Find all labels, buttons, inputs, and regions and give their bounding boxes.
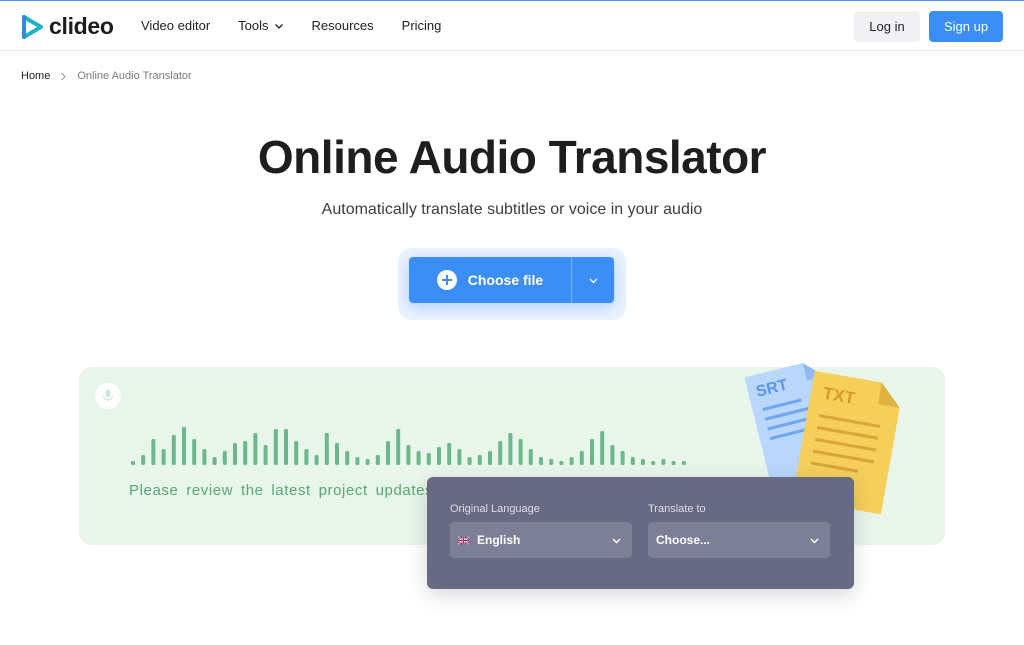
waveform-bar — [498, 441, 503, 465]
nav-pricing[interactable]: Pricing — [402, 18, 442, 33]
transcript-text: Please review the latest project updates — [129, 482, 433, 499]
breadcrumb: Home Online Audio Translator — [21, 70, 192, 82]
waveform-bar — [600, 431, 605, 465]
waveform-bar — [437, 447, 441, 465]
logo-text: clideo — [49, 13, 114, 39]
waveform-bar — [569, 457, 574, 465]
original-language-label: Original Language — [450, 503, 540, 515]
page-title: Online Audio Translator — [257, 131, 767, 183]
waveform-bar — [528, 449, 533, 465]
choose-file-button[interactable]: Choose file — [409, 257, 614, 303]
waveform-bar — [630, 457, 635, 465]
waveform-bar — [202, 449, 207, 465]
waveform-bar — [579, 451, 584, 465]
waveform-bar — [508, 433, 513, 465]
signup-button[interactable]: Sign up — [929, 11, 1003, 42]
waveform-bar — [396, 429, 401, 465]
waveform-bar — [273, 429, 278, 465]
translate-to-select[interactable]: Choose... — [648, 522, 830, 558]
chevron-down-icon — [612, 538, 621, 543]
waveform-bar — [651, 461, 656, 465]
nav-video-editor[interactable]: Video editor — [141, 18, 210, 33]
chevron-right-icon — [61, 72, 67, 80]
microphone-badge — [95, 383, 121, 409]
plus-icon — [436, 270, 457, 290]
waveform-bar — [212, 457, 217, 465]
waveform-bar — [549, 459, 554, 465]
waveform-bar — [365, 459, 370, 465]
nav-label: Tools — [238, 18, 269, 33]
transcript-visible: Please review the latest project updates — [129, 482, 434, 499]
site-header: clideo Video editor Tools Resources Pric… — [0, 1, 1024, 51]
waveform-bar — [151, 439, 156, 465]
waveform-bar — [294, 441, 299, 465]
waveform-bar — [192, 439, 197, 465]
nav-resources[interactable]: Resources — [312, 18, 374, 33]
waveform-bar — [416, 451, 421, 465]
breadcrumb-home[interactable]: Home — [21, 70, 50, 82]
translate-to-label: Translate to — [648, 503, 706, 515]
waveform-bar — [355, 457, 360, 465]
login-button[interactable]: Log in — [854, 11, 920, 42]
waveform-bar — [610, 445, 615, 465]
chevron-down-icon — [810, 538, 819, 543]
waveform-bar — [386, 441, 390, 465]
breadcrumb-current: Online Audio Translator — [77, 70, 192, 82]
waveform-bar — [518, 439, 523, 465]
waveform-bar — [641, 459, 645, 465]
page-subtitle: Automatically translate subtitles or voi… — [321, 201, 703, 218]
nav-tools[interactable]: Tools — [238, 18, 283, 33]
waveform-bar — [539, 457, 543, 465]
waveform-bar — [375, 455, 380, 465]
waveform-bar — [620, 451, 625, 465]
chevron-down-icon — [274, 23, 283, 29]
waveform-bar — [590, 439, 594, 465]
waveform-bar — [661, 459, 666, 465]
waveform-bar — [314, 455, 319, 465]
main-nav: Video editor Tools Resources Pricing — [141, 18, 469, 33]
waveform-bar — [467, 457, 472, 465]
choose-file-label: Choose file — [467, 272, 544, 288]
waveform-bar — [426, 453, 431, 465]
nav-label: Pricing — [401, 18, 442, 33]
nav-label: Video editor — [141, 18, 211, 33]
waveform-bar — [559, 461, 564, 465]
waveform-bar — [243, 441, 248, 465]
waveform-bar — [681, 461, 686, 465]
original-language-value: English — [477, 533, 521, 547]
waveform-bar — [477, 455, 482, 465]
waveform-bar — [304, 449, 309, 465]
waveform-bar — [253, 433, 258, 465]
uk-flag-icon — [458, 535, 469, 545]
original-language-select[interactable]: English — [450, 522, 632, 558]
translate-to-value: Choose... — [656, 533, 711, 547]
audio-waveform — [131, 427, 686, 465]
choose-file-dropdown[interactable] — [572, 257, 614, 303]
waveform-bar — [671, 461, 676, 465]
waveform-bar — [161, 449, 166, 465]
waveform-bar — [335, 443, 339, 465]
waveform-bar — [324, 433, 329, 465]
choose-file-main[interactable]: Choose file — [409, 257, 571, 303]
waveform-bar — [284, 429, 288, 465]
waveform-bar — [233, 443, 237, 465]
waveform-bar — [182, 427, 186, 465]
logo-play-icon — [22, 14, 43, 39]
waveform-bar — [447, 443, 452, 465]
waveform-bar — [488, 451, 492, 465]
microphone-icon — [102, 389, 114, 402]
waveform-bar — [406, 445, 411, 465]
logo[interactable]: clideo — [21, 13, 114, 40]
language-selector-panel: Original Language English Translate to C… — [427, 477, 854, 589]
waveform-bar — [131, 461, 135, 465]
waveform-bar — [222, 451, 227, 465]
nav-label: Resources — [311, 18, 374, 33]
waveform-bar — [263, 445, 268, 465]
chevron-down-icon — [589, 278, 597, 283]
waveform-bar — [345, 451, 350, 465]
waveform-bar — [457, 449, 462, 465]
waveform-bar — [141, 455, 146, 465]
waveform-bar — [171, 435, 176, 465]
